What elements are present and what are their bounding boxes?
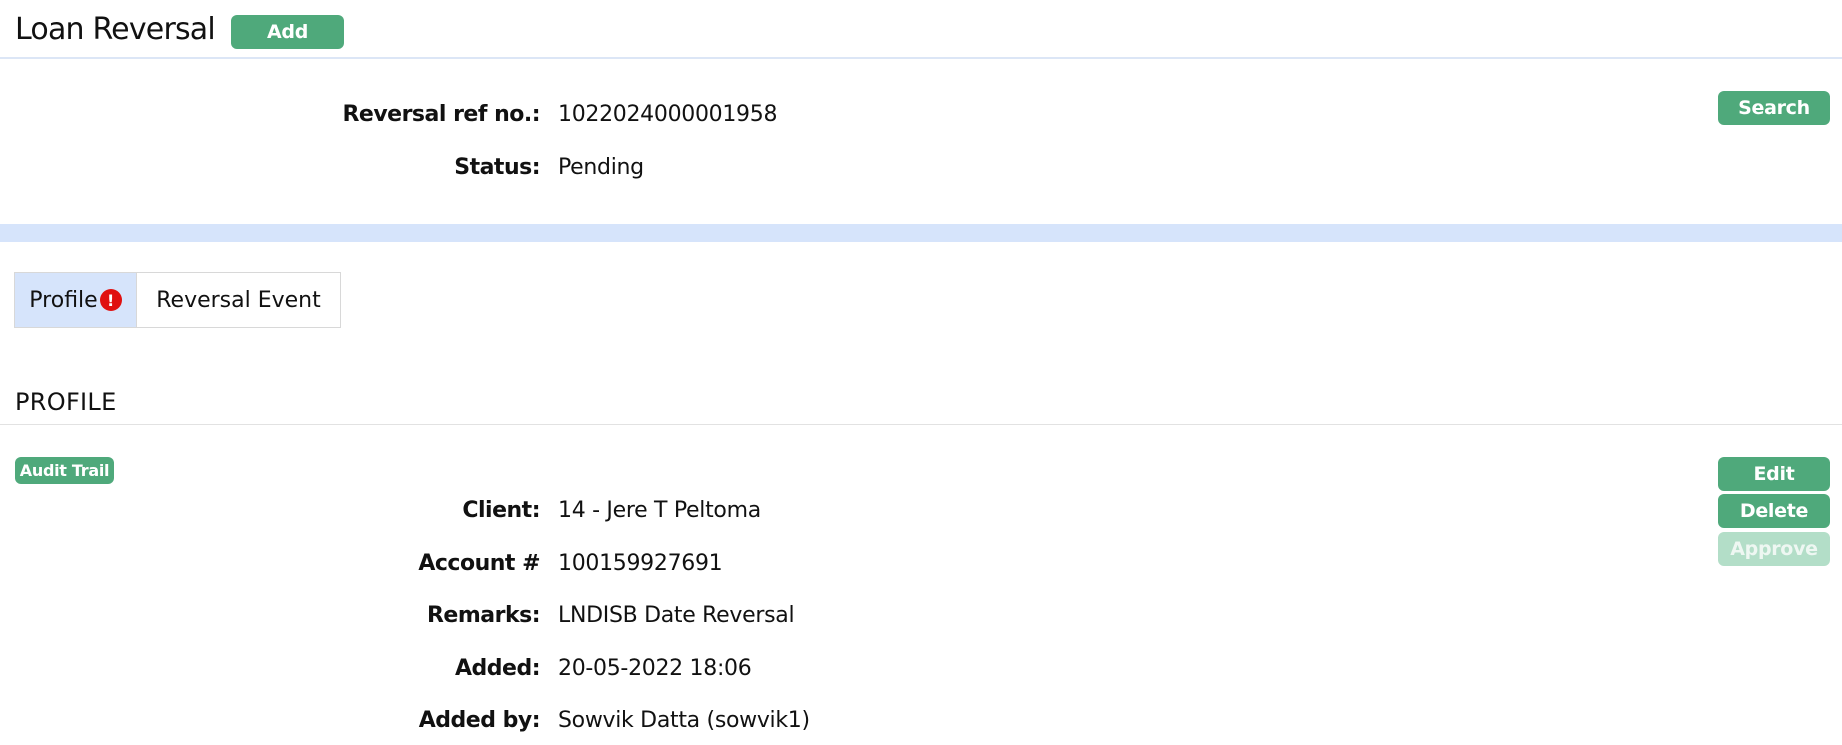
status-label: Status: [454, 155, 540, 180]
delete-button[interactable]: Delete [1718, 494, 1830, 528]
tab-reversal-event-label: Reversal Event [156, 287, 321, 313]
account-label: Account # [418, 551, 540, 576]
tab-profile[interactable]: Profile ! [15, 273, 137, 327]
profile-section-title: PROFILE [15, 388, 117, 416]
header-divider [0, 57, 1842, 59]
reversal-ref-value: 1022024000001958 [558, 102, 778, 127]
added-label: Added: [455, 656, 541, 681]
tab-profile-label: Profile [29, 287, 98, 313]
alert-icon: ! [99, 289, 122, 311]
tab-bar: Profile ! Reversal Event [14, 272, 341, 328]
remarks-value: LNDISB Date Reversal [558, 603, 795, 628]
remarks-label: Remarks: [426, 603, 541, 628]
approve-button[interactable]: Approve [1718, 532, 1830, 566]
reversal-ref-label: Reversal ref no.: [342, 102, 540, 127]
page-title: Loan Reversal [15, 12, 216, 47]
client-label: Client: [462, 498, 540, 523]
client-value: 14 - Jere T Peltoma [558, 498, 761, 523]
profile-divider [0, 424, 1842, 425]
account-value: 100159927691 [558, 551, 723, 576]
added-by-value: Sowvik Datta (sowvik1) [558, 708, 810, 733]
search-button[interactable]: Search [1718, 91, 1830, 125]
tab-reversal-event[interactable]: Reversal Event [137, 273, 340, 327]
section-band [0, 224, 1842, 242]
added-value: 20-05-2022 18:06 [558, 656, 752, 681]
status-value: Pending [558, 155, 644, 180]
add-button[interactable]: Add [231, 15, 344, 49]
audit-trail-button[interactable]: Audit Trail [15, 457, 114, 484]
added-by-label: Added by: [418, 708, 541, 733]
edit-button[interactable]: Edit [1718, 457, 1830, 491]
